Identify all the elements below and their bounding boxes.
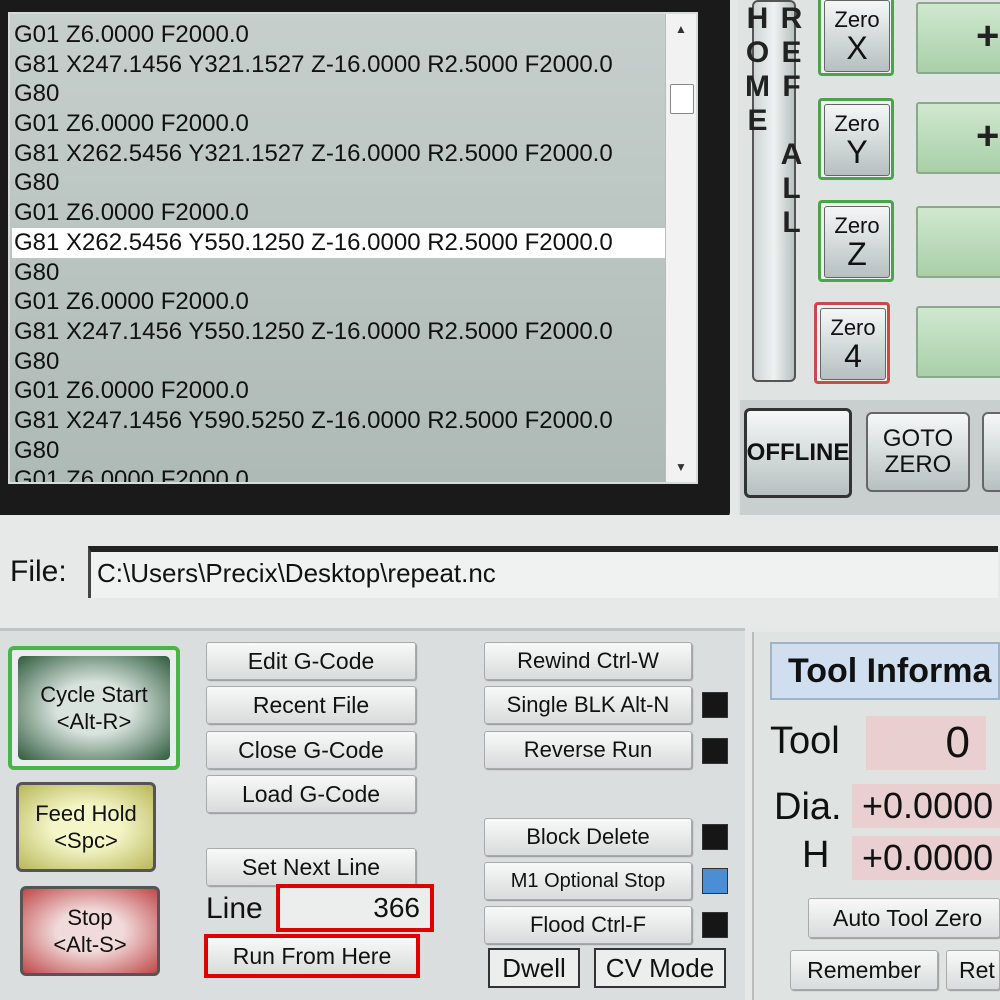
gcode-scrollbar[interactable]: ▲ ▼ — [665, 14, 696, 482]
cv-mode-indicator: CV Mode — [594, 948, 726, 988]
close-gcode-button[interactable]: Close G-Code — [206, 731, 416, 769]
flood-led — [702, 912, 728, 938]
gcode-line[interactable]: G80 — [12, 258, 668, 288]
axis-4-dro[interactable] — [916, 306, 1000, 378]
axis-x-dro[interactable]: + — [916, 2, 1000, 74]
goto-zero-button[interactable]: GOTO ZERO — [866, 412, 970, 492]
auto-tool-zero-button[interactable]: Auto Tool Zero — [808, 898, 1000, 938]
return-button[interactable]: Ret — [946, 950, 1000, 990]
m1-optional-stop-button[interactable]: M1 Optional Stop — [484, 862, 692, 900]
feed-hold-button[interactable]: Feed Hold <Spc> — [16, 782, 156, 872]
zero-z-button[interactable]: Zero Z — [818, 200, 894, 282]
tool-label: Tool — [770, 720, 840, 762]
scroll-up-icon[interactable]: ▲ — [666, 18, 696, 40]
tool-number-field[interactable]: 0 — [866, 716, 986, 770]
plus-icon: + — [976, 14, 1000, 58]
scroll-thumb[interactable] — [670, 84, 694, 114]
dia-label: Dia. — [774, 786, 842, 828]
gcode-line[interactable]: G01 Z6.0000 F2000.0 — [12, 198, 668, 228]
stop-label-1: Stop — [67, 905, 113, 930]
block-delete-button[interactable]: Block Delete — [484, 818, 692, 856]
file-path-field[interactable]: C:\Users\Precix\Desktop\repeat.nc — [88, 546, 998, 598]
tool-info-header: Tool Informa — [770, 642, 1000, 700]
gcode-line-highlighted[interactable]: G81 X262.5456 Y550.1250 Z-16.0000 R2.500… — [12, 227, 668, 258]
gcode-line[interactable]: G01 Z6.0000 F2000.0 — [12, 20, 668, 50]
gcode-line[interactable]: G80 — [12, 347, 668, 377]
cycle-start-label-1: Cycle Start — [40, 682, 148, 707]
gcode-line[interactable]: G80 — [12, 168, 668, 198]
goto-zero-label-2: ZERO — [884, 451, 952, 478]
gcode-line[interactable]: G01 Z6.0000 F2000.0 — [12, 287, 668, 317]
cycle-start-label-2: <Alt-R> — [56, 709, 132, 734]
partial-button[interactable] — [982, 412, 1000, 492]
single-block-button[interactable]: Single BLK Alt-N — [484, 686, 692, 724]
offline-label: OFFLINE — [746, 439, 850, 466]
zero-y-top: Zero — [834, 111, 880, 136]
feed-hold-label-1: Feed Hold — [35, 801, 137, 826]
zero-x-button[interactable]: Zero X — [818, 0, 894, 76]
remember-button[interactable]: Remember — [790, 950, 938, 990]
edit-gcode-button[interactable]: Edit G-Code — [206, 642, 416, 680]
ref-all-home-label: REF ALL HOME — [741, 2, 808, 240]
gcode-lines: G01 Z6.0000 F2000.0 G81 X247.1456 Y321.1… — [12, 20, 668, 482]
stop-label-2: <Alt-S> — [53, 932, 127, 957]
h-label: H — [802, 834, 830, 876]
gcode-line[interactable]: G01 Z6.0000 F2000.0 — [12, 465, 668, 482]
cycle-start-button[interactable]: Cycle Start <Alt-R> — [8, 646, 180, 770]
zero-z-top: Zero — [834, 213, 880, 238]
zero-y-axis: Y — [846, 134, 868, 170]
file-label: File: — [10, 555, 67, 588]
single-block-led — [702, 692, 728, 718]
recent-file-button[interactable]: Recent File — [206, 686, 416, 724]
m1-optional-stop-led — [702, 868, 728, 894]
flood-button[interactable]: Flood Ctrl-F — [484, 906, 692, 944]
gcode-line[interactable]: G81 X247.1456 Y550.1250 Z-16.0000 R2.500… — [12, 317, 668, 347]
gcode-line[interactable]: G80 — [12, 79, 668, 109]
line-label: Line — [206, 892, 263, 925]
run-from-here-button[interactable]: Run From Here — [204, 934, 420, 978]
plus-icon: + — [976, 114, 1000, 158]
gcode-line[interactable]: G81 X262.5456 Y321.1527 Z-16.0000 R2.500… — [12, 139, 668, 169]
stop-button[interactable]: Stop <Alt-S> — [20, 886, 160, 976]
gcode-line[interactable]: G81 X247.1456 Y590.5250 Z-16.0000 R2.500… — [12, 406, 668, 436]
ref-all-home-button[interactable]: REF ALL HOME — [741, 0, 808, 382]
rewind-button[interactable]: Rewind Ctrl-W — [484, 642, 692, 680]
zero-x-top: Zero — [834, 7, 880, 32]
goto-zero-label-1: GOTO — [882, 425, 954, 452]
zero-x-axis: X — [846, 30, 868, 66]
gcode-line[interactable]: G01 Z6.0000 F2000.0 — [12, 109, 668, 139]
zero-4-axis: 4 — [844, 338, 862, 374]
reverse-run-led — [702, 738, 728, 764]
gcode-viewer[interactable]: G01 Z6.0000 F2000.0 G81 X247.1456 Y321.1… — [8, 12, 698, 484]
gcode-line[interactable]: G81 X247.1456 Y321.1527 Z-16.0000 R2.500… — [12, 50, 668, 80]
offline-button[interactable]: OFFLINE — [744, 408, 852, 498]
load-gcode-button[interactable]: Load G-Code — [206, 775, 416, 813]
zero-y-button[interactable]: Zero Y — [818, 98, 894, 180]
tool-diameter-field[interactable]: +0.0000 — [852, 784, 1000, 828]
zero-4-button[interactable]: Zero 4 — [814, 302, 890, 384]
tool-height-field[interactable]: +0.0000 — [852, 836, 1000, 880]
block-delete-led — [702, 824, 728, 850]
reverse-run-button[interactable]: Reverse Run — [484, 731, 692, 769]
line-number-field[interactable]: 366 — [276, 884, 434, 932]
feed-hold-label-2: <Spc> — [54, 828, 118, 853]
axis-y-dro[interactable]: + — [916, 102, 1000, 174]
set-next-line-button[interactable]: Set Next Line — [206, 848, 416, 886]
dwell-indicator: Dwell — [488, 948, 580, 988]
gcode-line[interactable]: G01 Z6.0000 F2000.0 — [12, 376, 668, 406]
zero-z-axis: Z — [847, 236, 867, 272]
axis-z-dro[interactable] — [916, 206, 1000, 278]
zero-4-top: Zero — [830, 315, 876, 340]
gcode-line[interactable]: G80 — [12, 436, 668, 466]
scroll-down-icon[interactable]: ▼ — [666, 456, 696, 478]
